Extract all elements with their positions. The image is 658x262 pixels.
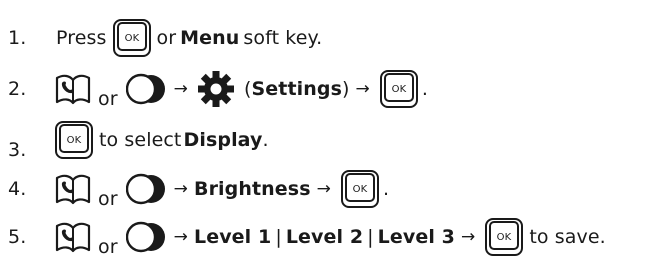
arrow: →: [173, 227, 188, 247]
level-1-label: Level 1: [194, 226, 272, 248]
step-number: 1.: [8, 27, 27, 49]
instruction-steps: 1. Press OK or Menu soft key. 2. or → (…: [0, 0, 658, 262]
soft-key-text: soft key.: [243, 27, 323, 49]
ok-key-icon: OK: [379, 69, 419, 109]
ok-key-icon: OK: [54, 120, 94, 160]
period: .: [382, 178, 390, 200]
step-number: 3.: [8, 139, 27, 161]
svg-text:OK: OK: [124, 33, 139, 44]
press-text: Press: [56, 27, 107, 49]
step-1: 1. Press OK or Menu soft key.: [8, 13, 324, 63]
step-number: 2.: [8, 78, 27, 100]
level-3-label: Level 3: [377, 226, 455, 248]
to-save-text: to save.: [529, 226, 606, 248]
to-select-text: to select: [99, 129, 182, 151]
gear-icon: [196, 69, 236, 109]
step-number: 5.: [8, 226, 27, 248]
or-text: or: [98, 188, 118, 210]
arrow: →: [173, 79, 188, 99]
arrow: →: [173, 179, 188, 199]
ok-key-icon: OK: [112, 18, 152, 58]
step-number: 4.: [8, 178, 27, 200]
step-2: 2. or → (Settings) → OK .: [8, 64, 428, 114]
step-4: 4. or → Brightness → OK .: [8, 164, 389, 214]
ok-key-icon: OK: [340, 169, 380, 209]
arrow: →: [460, 227, 476, 247]
step-3: 3. OK to select Display.: [8, 115, 269, 165]
nav-key-icon: [125, 221, 166, 253]
separator: |: [275, 226, 282, 248]
settings-label: Settings: [251, 78, 342, 100]
arrow: →: [316, 179, 331, 199]
svg-text:OK: OK: [392, 84, 407, 95]
menu-label: Menu: [180, 27, 240, 49]
paren-open: (: [244, 78, 252, 100]
paren-close: ): [342, 78, 350, 100]
period: .: [262, 129, 269, 151]
svg-text:OK: OK: [67, 135, 82, 146]
or-text: or: [98, 236, 118, 258]
arrow: →: [355, 79, 370, 99]
separator: |: [367, 226, 374, 248]
phonebook-icon: [54, 72, 92, 106]
nav-key-icon: [125, 73, 166, 105]
svg-text:OK: OK: [353, 184, 368, 195]
display-label: Display: [183, 129, 263, 151]
phonebook-icon: [54, 220, 92, 254]
level-2-label: Level 2: [285, 226, 364, 248]
nav-key-icon: [125, 173, 166, 205]
period: .: [421, 78, 429, 100]
or-text: or: [98, 88, 118, 110]
svg-text:OK: OK: [497, 232, 512, 243]
phonebook-icon: [54, 172, 92, 206]
or-text: or: [156, 27, 177, 49]
step-5: 5. or → Level 1 | Level 2 | Level 3 → OK…: [8, 212, 608, 262]
ok-key-icon: OK: [484, 217, 524, 257]
brightness-label: Brightness: [194, 178, 311, 200]
